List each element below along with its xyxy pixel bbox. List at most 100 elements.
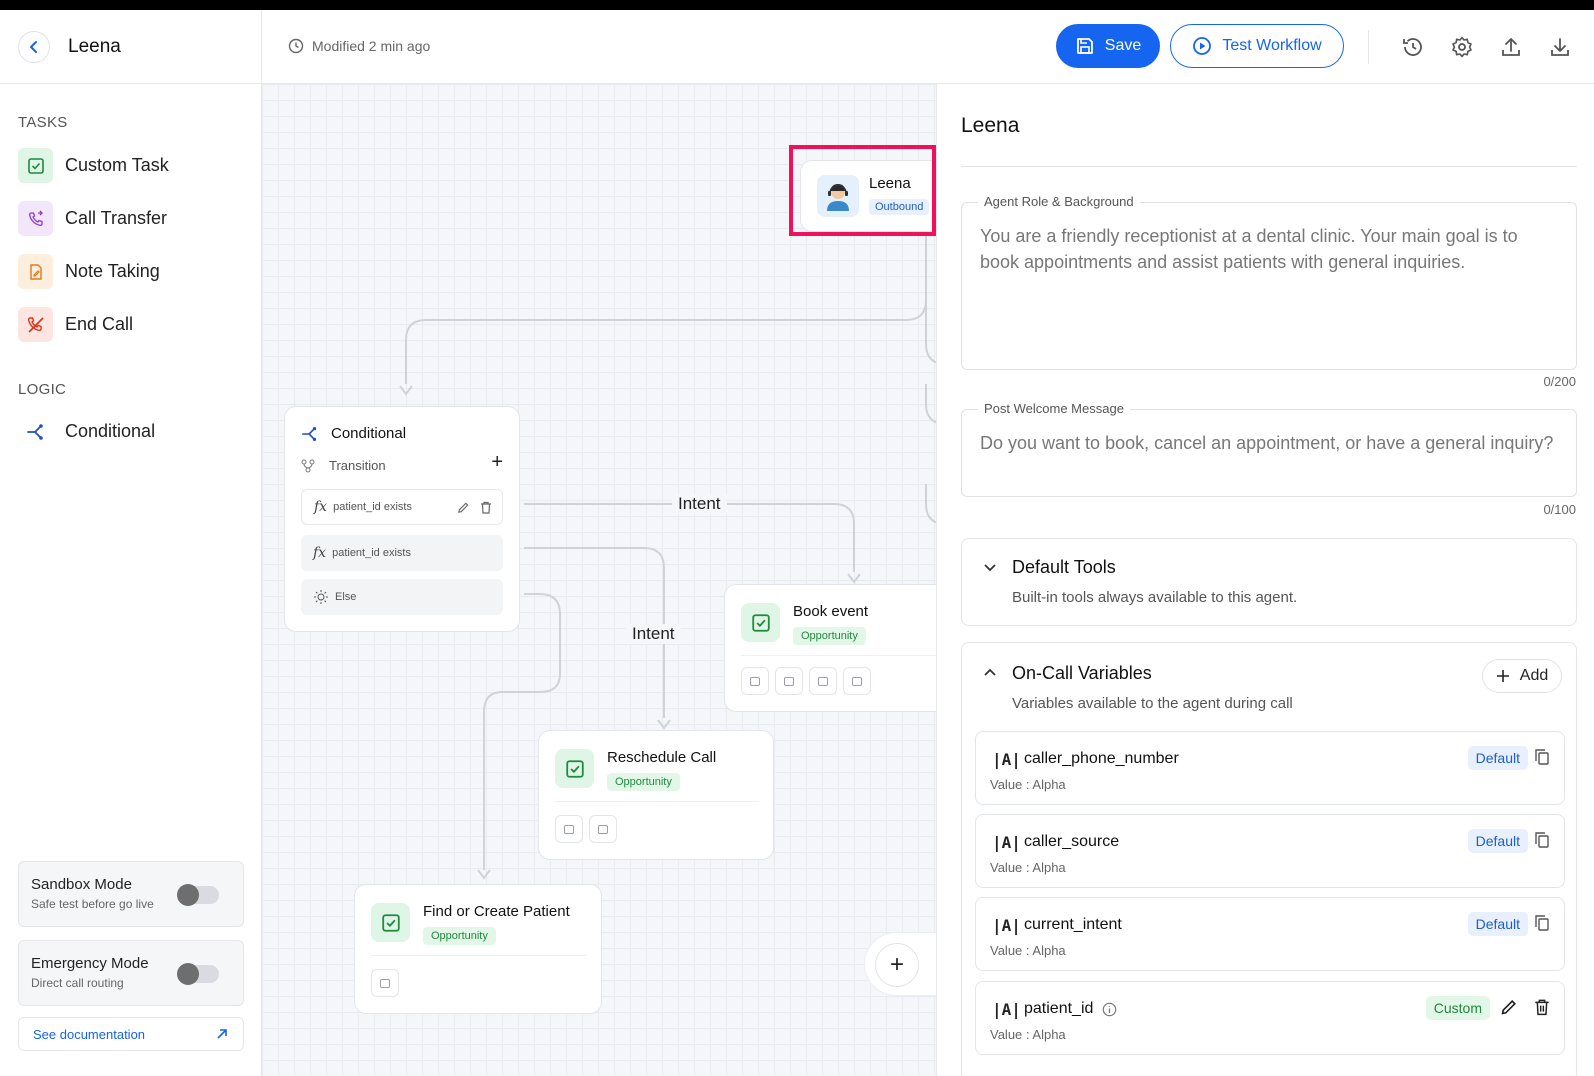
task-node-actions [555,815,623,843]
zoom-in-button[interactable]: + [875,943,919,987]
back-button[interactable] [18,31,50,63]
task-node-badge: Opportunity [793,627,866,645]
header: Leena Modified 2 min ago Save Test Workf… [0,10,1594,84]
variable-card[interactable]: |A| caller_source Value : Alpha Default [975,814,1565,888]
agent-role-text[interactable]: You are a friendly receptionist at a den… [962,203,1576,295]
copy-icon[interactable] [1534,914,1550,932]
play-circle-icon [1193,37,1212,55]
variables-subtitle: Variables available to the agent during … [1012,695,1293,712]
task-node-book-event[interactable]: Book event Opportunity [724,584,936,712]
condition-text: patient_id exists [333,501,412,513]
save-icon [1076,38,1093,54]
variable-name: caller_source [1024,833,1120,850]
pencil-icon[interactable] [1500,998,1518,1016]
sidebar-item-note-taking[interactable]: Note Taking [18,254,160,289]
phone-transfer-icon [18,201,53,236]
panel-divider [961,166,1577,167]
condition-row[interactable]: fx patient_id exists [301,489,503,525]
edge-label-intent: Intent [626,624,681,644]
text-variable-icon: |A| [992,750,1021,769]
task-node-title: Find or Create Patient [423,903,570,920]
arrow-conditional [399,385,413,396]
download-icon[interactable] [1547,34,1573,60]
variable-card[interactable]: |A| caller_phone_number Value : Alpha De… [975,731,1565,805]
variable-card[interactable]: |A| patient_id Value : Alpha Custom [975,981,1565,1055]
transition-icon [301,459,315,473]
test-workflow-label: Test Workflow [1222,37,1322,54]
variable-tag: Default [1467,829,1528,853]
action-icon[interactable] [775,667,803,695]
save-button[interactable]: Save [1056,24,1160,68]
save-label: Save [1104,37,1142,54]
see-documentation-link[interactable]: See documentation [18,1017,244,1051]
variable-value: Value : Alpha [990,777,1066,792]
external-link-icon [217,1029,227,1039]
modified-status: Modified 2 min ago [288,38,430,54]
history-icon[interactable] [1400,34,1426,60]
info-icon[interactable] [1102,1002,1117,1017]
upload-icon[interactable] [1498,34,1524,60]
variable-card[interactable]: |A| current_intent Value : Alpha Default [975,897,1565,971]
action-icon[interactable] [843,667,871,695]
sidebar-item-label: End Call [65,314,134,334]
test-workflow-button[interactable]: Test Workflow [1170,24,1344,68]
trash-icon[interactable] [480,501,492,514]
emergency-mode-toggle[interactable] [177,963,219,985]
action-icon[interactable] [809,667,837,695]
welcome-message-text[interactable]: Do you want to book, cancel an appointme… [962,410,1576,476]
copy-icon[interactable] [1534,748,1550,766]
transition-label: Transition [329,458,386,473]
on-call-variables-section: On-Call Variables Variables available to… [961,642,1577,1076]
default-tools-section[interactable]: Default Tools Built-in tools always avai… [961,538,1577,626]
action-icon[interactable] [555,815,583,843]
sandbox-mode-toggle[interactable] [177,884,219,906]
canvas-controls: + [864,932,936,996]
copy-icon[interactable] [1534,831,1550,849]
node-divider [371,955,587,956]
condition-row-else[interactable]: Else [301,579,503,615]
pencil-icon[interactable] [457,501,470,514]
function-icon: fx [313,545,327,561]
docs-label: See documentation [33,1026,146,1042]
sun-icon [314,590,328,604]
settings-icon[interactable] [1449,34,1475,60]
condition-text: Else [335,591,357,603]
trash-icon[interactable] [1534,998,1550,1016]
task-node-badge: Opportunity [423,927,496,945]
edge-label-intent: Intent [672,494,727,514]
add-transition-button[interactable]: + [491,451,503,474]
edge-agent-down-2 [925,384,936,424]
tasks-section-label: TASKS [18,114,68,131]
action-icon[interactable] [741,667,769,695]
agent-role-field[interactable]: Agent Role & Background You are a friend… [961,194,1577,370]
chevron-up-icon[interactable] [982,665,998,681]
sidebar-item-conditional[interactable]: Conditional [18,414,155,449]
condition-row[interactable]: fx patient_id exists [301,535,503,571]
task-node-actions [371,969,405,997]
node-divider [741,655,936,656]
branch-icon [301,426,317,442]
sidebar-item-call-transfer[interactable]: Call Transfer [18,201,167,236]
chevron-down-icon[interactable] [982,559,998,575]
variable-value: Value : Alpha [990,1027,1066,1042]
task-node-reschedule-call[interactable]: Reschedule Call Opportunity [538,730,774,860]
action-icon[interactable] [371,969,399,997]
clock-icon [288,38,304,54]
sidebar-item-custom-task[interactable]: Custom Task [18,148,169,183]
add-variable-button[interactable]: Add [1482,659,1562,693]
conditional-node[interactable]: Conditional Transition + fx patient_id e… [284,406,520,632]
default-tools-subtitle: Built-in tools always available to this … [1012,589,1298,606]
sidebar-item-end-call[interactable]: End Call [18,307,133,342]
variable-tag: Default [1467,912,1528,936]
task-node-title: Book event [793,603,869,620]
selection-highlight [789,145,936,236]
variable-tag: Custom [1425,996,1490,1020]
welcome-message-field[interactable]: Post Welcome Message Do you want to book… [961,401,1577,497]
app-window: Leena Modified 2 min ago Save Test Workf… [0,10,1594,1076]
action-icon[interactable] [589,815,617,843]
task-node-find-or-create-patient[interactable]: Find or Create Patient Opportunity [354,884,602,1014]
app-name: Leena [68,36,121,57]
condition-text: patient_id exists [332,547,411,559]
variables-title: On-Call Variables [1012,663,1152,683]
variable-name: current_intent [1024,916,1122,933]
